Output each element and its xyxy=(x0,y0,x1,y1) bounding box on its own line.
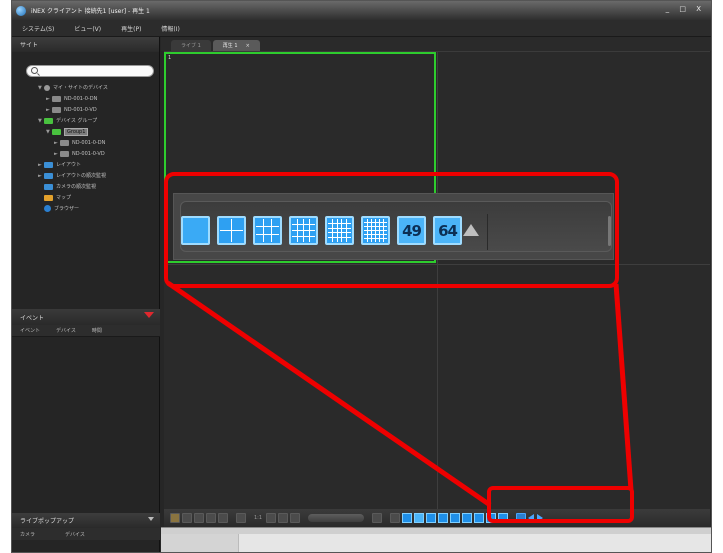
menu-playback[interactable]: 再生(P) xyxy=(121,24,141,33)
tree-item-label: ブラウザー xyxy=(54,206,80,212)
tab-playback-1[interactable]: 再生 1 × xyxy=(212,40,260,51)
device-icon xyxy=(52,95,61,102)
slider-end-button[interactable] xyxy=(372,513,383,523)
tree-item-label: ND-001-0-VD xyxy=(72,150,105,157)
event-columns: イベント デバイス 時間 xyxy=(12,325,160,337)
mini-layout-3x3[interactable] xyxy=(426,513,437,523)
tree-item[interactable]: ► レイアウトの順次監視 xyxy=(12,170,160,181)
tree-item[interactable]: カメラの順次監視 xyxy=(12,181,160,192)
tree-item[interactable]: マップ xyxy=(12,192,160,203)
snapshot-button[interactable] xyxy=(194,513,204,523)
search-icon xyxy=(31,67,38,74)
live-popup-columns: カメラ デバイス xyxy=(12,528,160,540)
tree-item-label: ND-001-0-DN xyxy=(64,95,98,102)
menu-view[interactable]: ビュー(V) xyxy=(74,24,101,33)
main-area: ライブ 1 再生 1 × 1 1:1 xyxy=(161,37,711,552)
tree-item[interactable]: ▼ Group1 xyxy=(12,126,160,137)
mini-layout-5x5[interactable] xyxy=(450,513,461,523)
event-panel-title: イベント xyxy=(20,314,45,322)
layout-icon xyxy=(44,172,53,179)
menu-bar: システム(S) ビュー(V) 再生(P) 情報(I) xyxy=(12,20,711,37)
live-popup-column-camera[interactable]: カメラ xyxy=(20,531,35,538)
title-bar: iNEX クライアント 接続先1 [user] - 再生 1 _ □ X xyxy=(12,1,711,20)
tree-item-label: レイアウト xyxy=(56,162,82,168)
mini-layout-49[interactable] xyxy=(474,513,485,523)
live-popup-header[interactable]: ライブポップアップ xyxy=(12,513,160,528)
tree-item[interactable]: ▼ マイ・サイトのデバイス xyxy=(12,82,160,93)
search-input[interactable] xyxy=(26,65,154,77)
tree-item[interactable]: ブラウザー xyxy=(12,203,160,214)
window-title: iNEX クライアント 接続先1 [user] - 再生 1 xyxy=(31,8,150,15)
site-panel-header: サイト xyxy=(12,37,159,52)
zoom-button[interactable] xyxy=(182,513,192,523)
tree-item-label: カメラの順次監視 xyxy=(56,184,97,190)
tree-item-label: マップ xyxy=(56,195,72,201)
sidebar: サイト ▼ マイ・サイトのデバイス ► ND-001-0-DN ► ND-001-0-VD… xyxy=(12,37,160,552)
lock-button[interactable] xyxy=(170,513,180,523)
group-icon xyxy=(52,128,61,135)
play-button[interactable] xyxy=(278,513,289,523)
tree-item[interactable]: ► ND-001-0-DN xyxy=(12,93,160,104)
tab-label: ライブ 1 xyxy=(181,43,201,49)
tree-item[interactable]: ► ND-001-0-VD xyxy=(12,104,160,115)
rewind-button[interactable] xyxy=(266,513,277,523)
close-icon[interactable]: × xyxy=(246,43,250,49)
event-panel: イベント イベント デバイス 時間 xyxy=(12,309,160,337)
live-popup-column-device[interactable]: デバイス xyxy=(65,531,85,538)
layout-icon xyxy=(44,183,53,190)
tab-live-1[interactable]: ライブ 1 xyxy=(171,40,211,51)
tree-item[interactable]: ▼ デバイス グループ xyxy=(12,115,160,126)
group-icon xyxy=(44,117,53,124)
event-column-device[interactable]: デバイス xyxy=(56,327,76,334)
tree-item[interactable]: ► レイアウト xyxy=(12,159,160,170)
step-forward-button[interactable] xyxy=(290,513,301,523)
playback-speed-slider[interactable] xyxy=(308,514,365,522)
tree-item[interactable]: ► ND-001-0-DN xyxy=(12,137,160,148)
chevron-down-icon[interactable] xyxy=(148,517,154,521)
timeline-label-column xyxy=(161,534,239,552)
device-icon xyxy=(60,150,69,157)
tree-item-label: マイ・サイトのデバイス xyxy=(53,85,108,91)
mini-layout-1x1[interactable] xyxy=(402,513,413,523)
layout-icon xyxy=(44,161,53,168)
tree-item-label: ND-001-0-DN xyxy=(72,139,106,146)
tree-item[interactable]: ► ND-001-0-VD xyxy=(12,148,160,159)
timeline-track[interactable] xyxy=(161,534,711,552)
site-icon xyxy=(44,84,50,91)
browser-icon xyxy=(44,205,51,212)
app-logo-icon xyxy=(16,5,26,16)
cell-number: 1 xyxy=(168,55,172,61)
device-tree: ▼ マイ・サイトのデバイス ► ND-001-0-DN ► ND-001-0-VD ▼ デバイ… xyxy=(12,82,160,214)
event-column-event[interactable]: イベント xyxy=(20,327,40,334)
mini-layout-2x2[interactable] xyxy=(414,513,425,523)
device-icon xyxy=(60,139,69,146)
callout-frame-zoom xyxy=(164,172,619,288)
bookmark-button[interactable] xyxy=(218,513,228,523)
view-mode-button[interactable] xyxy=(390,513,401,523)
mini-layout-6x6[interactable] xyxy=(462,513,473,523)
mini-layout-4x4[interactable] xyxy=(438,513,449,523)
window-controls[interactable]: _ □ X xyxy=(666,5,705,13)
menu-info[interactable]: 情報(I) xyxy=(161,24,179,33)
tree-item-label: レイアウトの順次監視 xyxy=(56,173,107,179)
device-icon xyxy=(52,106,61,113)
map-icon xyxy=(44,194,53,201)
menu-system[interactable]: システム(S) xyxy=(22,24,54,33)
audio-button[interactable] xyxy=(206,513,216,523)
tab-label: 再生 1 xyxy=(222,43,238,49)
collapse-icon[interactable] xyxy=(144,312,154,318)
callout-frame-toolbar xyxy=(487,486,634,523)
tree-item-label: デバイス グループ xyxy=(56,118,98,124)
timeline[interactable] xyxy=(161,527,711,552)
live-popup-panel: ライブポップアップ カメラ デバイス xyxy=(12,513,160,540)
tree-item-label: Group1 xyxy=(64,127,89,136)
view-tabs: ライブ 1 再生 1 × xyxy=(161,37,711,51)
live-popup-title: ライブポップアップ xyxy=(20,518,75,525)
event-panel-header[interactable]: イベント xyxy=(12,309,160,325)
event-column-time[interactable]: 時間 xyxy=(92,327,102,334)
export-button[interactable] xyxy=(236,513,246,523)
tree-item-label: ND-001-0-VD xyxy=(64,106,97,113)
playback-speed-label: 1:1 xyxy=(254,515,263,521)
